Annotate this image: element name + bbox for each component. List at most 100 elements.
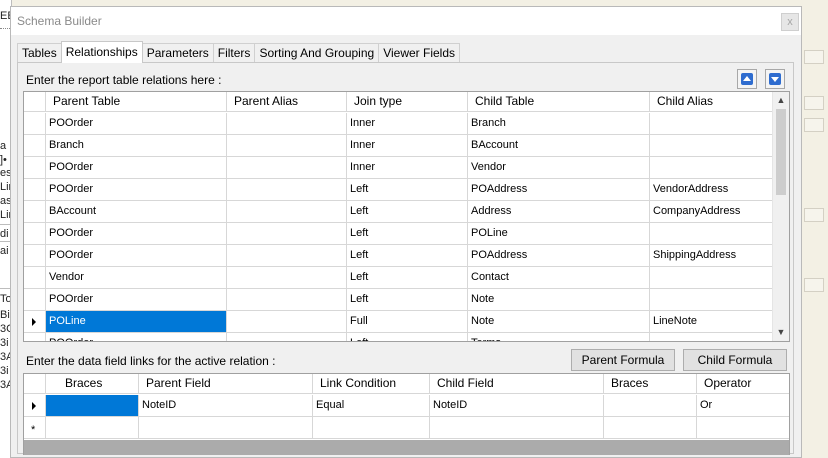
table-row[interactable]: POOrder Left Note xyxy=(24,289,774,311)
table-cell[interactable]: Terms xyxy=(468,333,650,341)
table-cell[interactable] xyxy=(313,417,430,438)
scroll-down-icon[interactable]: ▼ xyxy=(773,324,789,341)
table-cell[interactable] xyxy=(227,245,347,266)
table-cell[interactable] xyxy=(139,417,313,438)
table-row[interactable]: POOrder Inner Branch xyxy=(24,113,774,135)
table-cell[interactable]: Vendor xyxy=(46,267,227,288)
table-cell[interactable]: ShippingAddress xyxy=(650,245,774,266)
table-cell[interactable]: POLine xyxy=(468,223,650,244)
table-cell[interactable] xyxy=(227,223,347,244)
table-cell[interactable] xyxy=(604,417,697,438)
column-header[interactable]: Parent Field xyxy=(139,374,313,394)
tab-sorting-and-grouping[interactable]: Sorting And Grouping xyxy=(254,43,380,63)
table-cell[interactable] xyxy=(650,135,774,156)
tab-filters[interactable]: Filters xyxy=(212,43,256,63)
table-cell[interactable] xyxy=(46,417,139,438)
table-cell[interactable] xyxy=(227,179,347,200)
row-selector[interactable] xyxy=(24,157,46,178)
tab-relationships[interactable]: Relationships xyxy=(60,41,143,63)
row-selector[interactable] xyxy=(24,201,46,222)
table-cell[interactable]: Inner xyxy=(347,157,468,178)
scrollbar-thumb[interactable] xyxy=(776,109,786,195)
move-down-button[interactable] xyxy=(765,69,785,89)
table-cell[interactable] xyxy=(697,417,789,438)
table-cell[interactable]: BAccount xyxy=(46,201,227,222)
column-header[interactable]: Child Table xyxy=(468,92,650,112)
table-cell[interactable] xyxy=(227,289,347,310)
table-cell[interactable]: Left xyxy=(347,333,468,341)
row-selector[interactable] xyxy=(24,267,46,288)
table-cell[interactable]: Full xyxy=(347,311,468,332)
row-selector[interactable] xyxy=(24,223,46,244)
table-cell[interactable] xyxy=(650,289,774,310)
table-cell[interactable]: Branch xyxy=(468,113,650,134)
table-cell[interactable] xyxy=(227,201,347,222)
column-header[interactable]: Operator xyxy=(697,374,789,394)
table-cell[interactable]: POOrder xyxy=(46,113,227,134)
table-cell[interactable] xyxy=(46,395,139,416)
table-cell[interactable]: Note xyxy=(468,289,650,310)
column-header[interactable]: Braces xyxy=(46,374,139,394)
table-cell[interactable]: Left xyxy=(347,201,468,222)
column-header[interactable]: Child Field xyxy=(430,374,604,394)
column-header[interactable]: Parent Alias xyxy=(227,92,347,112)
table-cell[interactable] xyxy=(430,417,604,438)
table-cell[interactable]: Left xyxy=(347,245,468,266)
table-cell[interactable]: Branch xyxy=(46,135,227,156)
table-cell[interactable] xyxy=(604,395,697,416)
column-header[interactable]: Parent Table xyxy=(46,92,227,112)
close-button[interactable]: x xyxy=(781,13,799,31)
table-cell[interactable] xyxy=(650,223,774,244)
move-up-button[interactable] xyxy=(737,69,757,89)
tab-viewer-fields[interactable]: Viewer Fields xyxy=(378,43,460,63)
tab-tables[interactable]: Tables xyxy=(17,43,62,63)
table-row[interactable]: POOrder Left POAddress ShippingAddress xyxy=(24,245,774,267)
table-row[interactable]: NoteID Equal NoteID Or xyxy=(24,395,789,417)
table-cell[interactable]: POAddress xyxy=(468,245,650,266)
table-cell[interactable]: POOrder xyxy=(46,245,227,266)
table-cell[interactable] xyxy=(650,267,774,288)
table-cell[interactable]: Equal xyxy=(313,395,430,416)
table-cell[interactable]: Inner xyxy=(347,135,468,156)
table-cell[interactable]: POOrder xyxy=(46,223,227,244)
table-cell[interactable] xyxy=(227,311,347,332)
tab-parameters[interactable]: Parameters xyxy=(141,43,214,63)
table-cell[interactable] xyxy=(227,333,347,341)
column-header[interactable]: Child Alias xyxy=(650,92,774,112)
table-cell[interactable]: Or xyxy=(697,395,789,416)
child-formula-button[interactable]: Child Formula xyxy=(683,349,787,371)
table-cell[interactable]: NoteID xyxy=(139,395,313,416)
scroll-up-icon[interactable]: ▲ xyxy=(773,92,789,109)
table-cell[interactable]: CompanyAddress xyxy=(650,201,774,222)
row-selector[interactable] xyxy=(24,333,46,341)
row-selector[interactable] xyxy=(24,311,46,332)
table-cell[interactable]: Note xyxy=(468,311,650,332)
table-cell[interactable]: VendorAddress xyxy=(650,179,774,200)
table-cell[interactable]: Address xyxy=(468,201,650,222)
column-header[interactable]: Link Condition xyxy=(313,374,430,394)
table-cell[interactable]: POOrder xyxy=(46,179,227,200)
row-selector[interactable] xyxy=(24,135,46,156)
table-row[interactable]: POOrder Inner Vendor xyxy=(24,157,774,179)
table-cell[interactable]: Vendor xyxy=(468,157,650,178)
table-cell[interactable]: Left xyxy=(347,289,468,310)
row-selector[interactable]: * xyxy=(24,417,46,438)
table-cell[interactable] xyxy=(227,267,347,288)
table-cell[interactable]: POOrder xyxy=(46,289,227,310)
table-cell[interactable] xyxy=(650,113,774,134)
table-cell[interactable]: POLine xyxy=(46,311,227,332)
table-cell[interactable]: LineNote xyxy=(650,311,774,332)
table-cell[interactable]: NoteID xyxy=(430,395,604,416)
table-cell[interactable]: Inner xyxy=(347,113,468,134)
table-cell[interactable]: POAddress xyxy=(468,179,650,200)
table-row[interactable]: Branch Inner BAccount xyxy=(24,135,774,157)
table-cell[interactable] xyxy=(227,135,347,156)
row-selector[interactable] xyxy=(24,113,46,134)
table-row[interactable]: POOrder Left POAddress VendorAddress xyxy=(24,179,774,201)
new-row[interactable]: * xyxy=(24,417,789,439)
table-cell[interactable]: Left xyxy=(347,267,468,288)
table-row[interactable]: POOrder LeftTerms xyxy=(24,333,774,341)
table-row[interactable]: POLine Full Note LineNote xyxy=(24,311,774,333)
column-header[interactable]: Braces xyxy=(604,374,697,394)
table-row[interactable]: Vendor Left Contact xyxy=(24,267,774,289)
